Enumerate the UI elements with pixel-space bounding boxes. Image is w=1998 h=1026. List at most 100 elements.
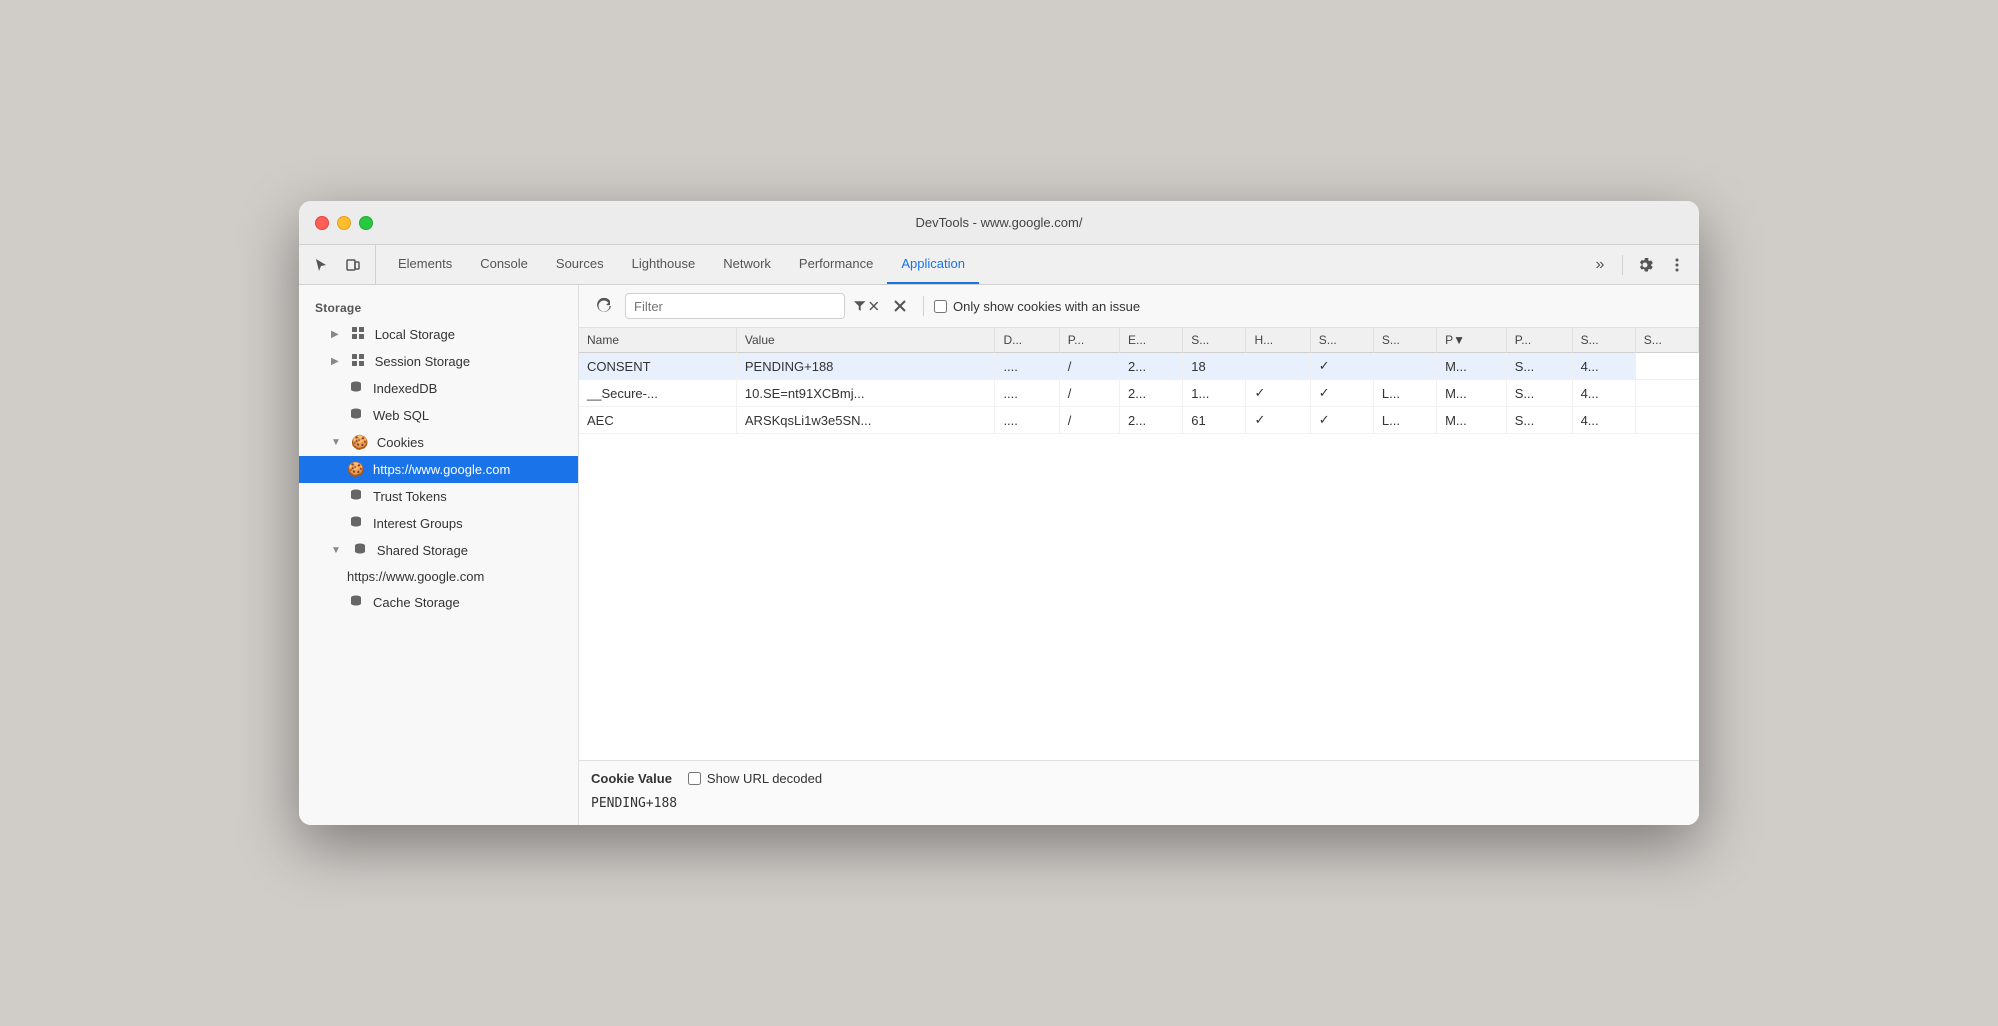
cell-secure: ✓ xyxy=(1310,353,1373,380)
cell-domain: .... xyxy=(995,407,1059,434)
col-partitioned[interactable]: P... xyxy=(1506,328,1572,353)
db-icon xyxy=(347,380,365,397)
cell-httponly xyxy=(1246,353,1310,380)
sidebar-item-local-storage[interactable]: ▶ Local Storage xyxy=(299,321,578,348)
tab-sources[interactable]: Sources xyxy=(542,245,618,284)
main-content: Storage ▶ Local Storage ▶ xyxy=(299,285,1699,825)
delete-filter-button[interactable] xyxy=(887,293,913,319)
table-row[interactable]: CONSENTPENDING+188..../2...18✓M...S...4.… xyxy=(579,353,1699,380)
trust-tokens-label: Trust Tokens xyxy=(373,489,447,504)
sidebar-item-shared-storage[interactable]: ▼ Shared Storage xyxy=(299,537,578,564)
grid-icon xyxy=(349,326,367,343)
tab-application[interactable]: Application xyxy=(887,245,979,284)
col-secure[interactable]: S... xyxy=(1310,328,1373,353)
cursor-icon[interactable] xyxy=(307,251,335,279)
col-source[interactable]: S... xyxy=(1572,328,1635,353)
col-expires[interactable]: E... xyxy=(1120,328,1183,353)
db-icon xyxy=(347,407,365,424)
sidebar-item-trust-tokens[interactable]: Trust Tokens xyxy=(299,483,578,510)
col-domain[interactable]: D... xyxy=(995,328,1059,353)
more-tabs-button[interactable]: » xyxy=(1586,251,1614,279)
cell-priority: M... xyxy=(1437,380,1507,407)
tab-console[interactable]: Console xyxy=(466,245,542,284)
cookie-icon: 🍪 xyxy=(351,434,369,451)
sidebar-item-shared-storage-google[interactable]: https://www.google.com xyxy=(299,564,578,589)
table-row[interactable]: __Secure-...10.SE=nt91XCBmj......./2...1… xyxy=(579,380,1699,407)
minimize-button[interactable] xyxy=(337,216,351,230)
cell-partitioned: S... xyxy=(1506,353,1572,380)
cell-path: / xyxy=(1059,380,1119,407)
db-icon xyxy=(347,488,365,505)
sidebar-item-cookies[interactable]: ▼ 🍪 Cookies xyxy=(299,429,578,456)
cookie-value-label: Cookie Value xyxy=(591,771,672,786)
tab-elements[interactable]: Elements xyxy=(384,245,466,284)
content-panel: Only show cookies with an issue Name Val… xyxy=(579,285,1699,825)
local-storage-label: Local Storage xyxy=(375,327,455,342)
cookies-label: Cookies xyxy=(377,435,424,450)
col-extra[interactable]: S... xyxy=(1635,328,1698,353)
cell-source: 4... xyxy=(1572,407,1635,434)
table-header-row: Name Value D... P... E... S... H... S...… xyxy=(579,328,1699,353)
cache-storage-label: Cache Storage xyxy=(373,595,460,610)
cell-httponly: ✓ xyxy=(1246,407,1310,434)
cookie-value-header: Cookie Value Show URL decoded xyxy=(591,771,1687,786)
tabbar-nav-icons xyxy=(307,245,376,284)
clear-filter-button[interactable] xyxy=(853,293,879,319)
cell-name: AEC xyxy=(579,407,736,434)
cookie-small-icon: 🍪 xyxy=(347,461,365,478)
show-decoded-label[interactable]: Show URL decoded xyxy=(688,771,822,786)
sidebar-item-web-sql[interactable]: Web SQL xyxy=(299,402,578,429)
cookies-table-wrapper: Name Value D... P... E... S... H... S...… xyxy=(579,328,1699,760)
tab-lighthouse[interactable]: Lighthouse xyxy=(618,245,710,284)
show-decoded-checkbox[interactable] xyxy=(688,772,701,785)
tab-performance[interactable]: Performance xyxy=(785,245,887,284)
cell-size: 61 xyxy=(1183,407,1246,434)
sidebar-item-cookies-google[interactable]: 🍪 https://www.google.com xyxy=(299,456,578,483)
more-options-icon[interactable] xyxy=(1663,251,1691,279)
sidebar-item-indexeddb[interactable]: IndexedDB xyxy=(299,375,578,402)
cell-source: 4... xyxy=(1572,353,1635,380)
tab-network[interactable]: Network xyxy=(709,245,785,284)
col-name[interactable]: Name xyxy=(579,328,736,353)
only-issues-checkbox[interactable] xyxy=(934,300,947,313)
sidebar-item-session-storage[interactable]: ▶ Session Storage xyxy=(299,348,578,375)
cell-partitioned: S... xyxy=(1506,407,1572,434)
col-value[interactable]: Value xyxy=(736,328,995,353)
device-icon[interactable] xyxy=(339,251,367,279)
cell-domain: .... xyxy=(995,353,1059,380)
titlebar: DevTools - www.google.com/ xyxy=(299,201,1699,245)
col-httponly[interactable]: H... xyxy=(1246,328,1310,353)
maximize-button[interactable] xyxy=(359,216,373,230)
arrow-down-icon: ▼ xyxy=(331,545,341,556)
cookie-value-text: PENDING+188 xyxy=(591,792,1687,815)
col-path[interactable]: P... xyxy=(1059,328,1119,353)
table-row[interactable]: AECARSKqsLi1w3e5SN......./2...61✓✓L...M.… xyxy=(579,407,1699,434)
db-icon xyxy=(347,594,365,611)
cell-value: PENDING+188 xyxy=(736,353,995,380)
cell-value: ARSKqsLi1w3e5SN... xyxy=(736,407,995,434)
db-icon xyxy=(351,542,369,559)
cell-path: / xyxy=(1059,407,1119,434)
arrow-icon: ▶ xyxy=(331,356,339,367)
window-title: DevTools - www.google.com/ xyxy=(916,215,1083,230)
storage-section-label: Storage xyxy=(299,297,578,321)
cell-size: 18 xyxy=(1183,353,1246,380)
close-button[interactable] xyxy=(315,216,329,230)
web-sql-label: Web SQL xyxy=(373,408,429,423)
col-size[interactable]: S... xyxy=(1183,328,1246,353)
sidebar: Storage ▶ Local Storage ▶ xyxy=(299,285,579,825)
settings-icon[interactable] xyxy=(1631,251,1659,279)
filter-input[interactable] xyxy=(625,293,845,319)
sidebar-item-interest-groups[interactable]: Interest Groups xyxy=(299,510,578,537)
sidebar-item-cache-storage[interactable]: Cache Storage xyxy=(299,589,578,616)
col-samesite[interactable]: S... xyxy=(1373,328,1436,353)
cell-samesite xyxy=(1373,353,1436,380)
cell-secure: ✓ xyxy=(1310,380,1373,407)
col-priority[interactable]: P▼ xyxy=(1437,328,1507,353)
only-issues-checkbox-label[interactable]: Only show cookies with an issue xyxy=(934,299,1140,314)
cell-samesite: L... xyxy=(1373,380,1436,407)
db-icon xyxy=(347,515,365,532)
cell-domain: .... xyxy=(995,380,1059,407)
arrow-down-icon: ▼ xyxy=(331,437,341,448)
refresh-button[interactable] xyxy=(591,293,617,319)
